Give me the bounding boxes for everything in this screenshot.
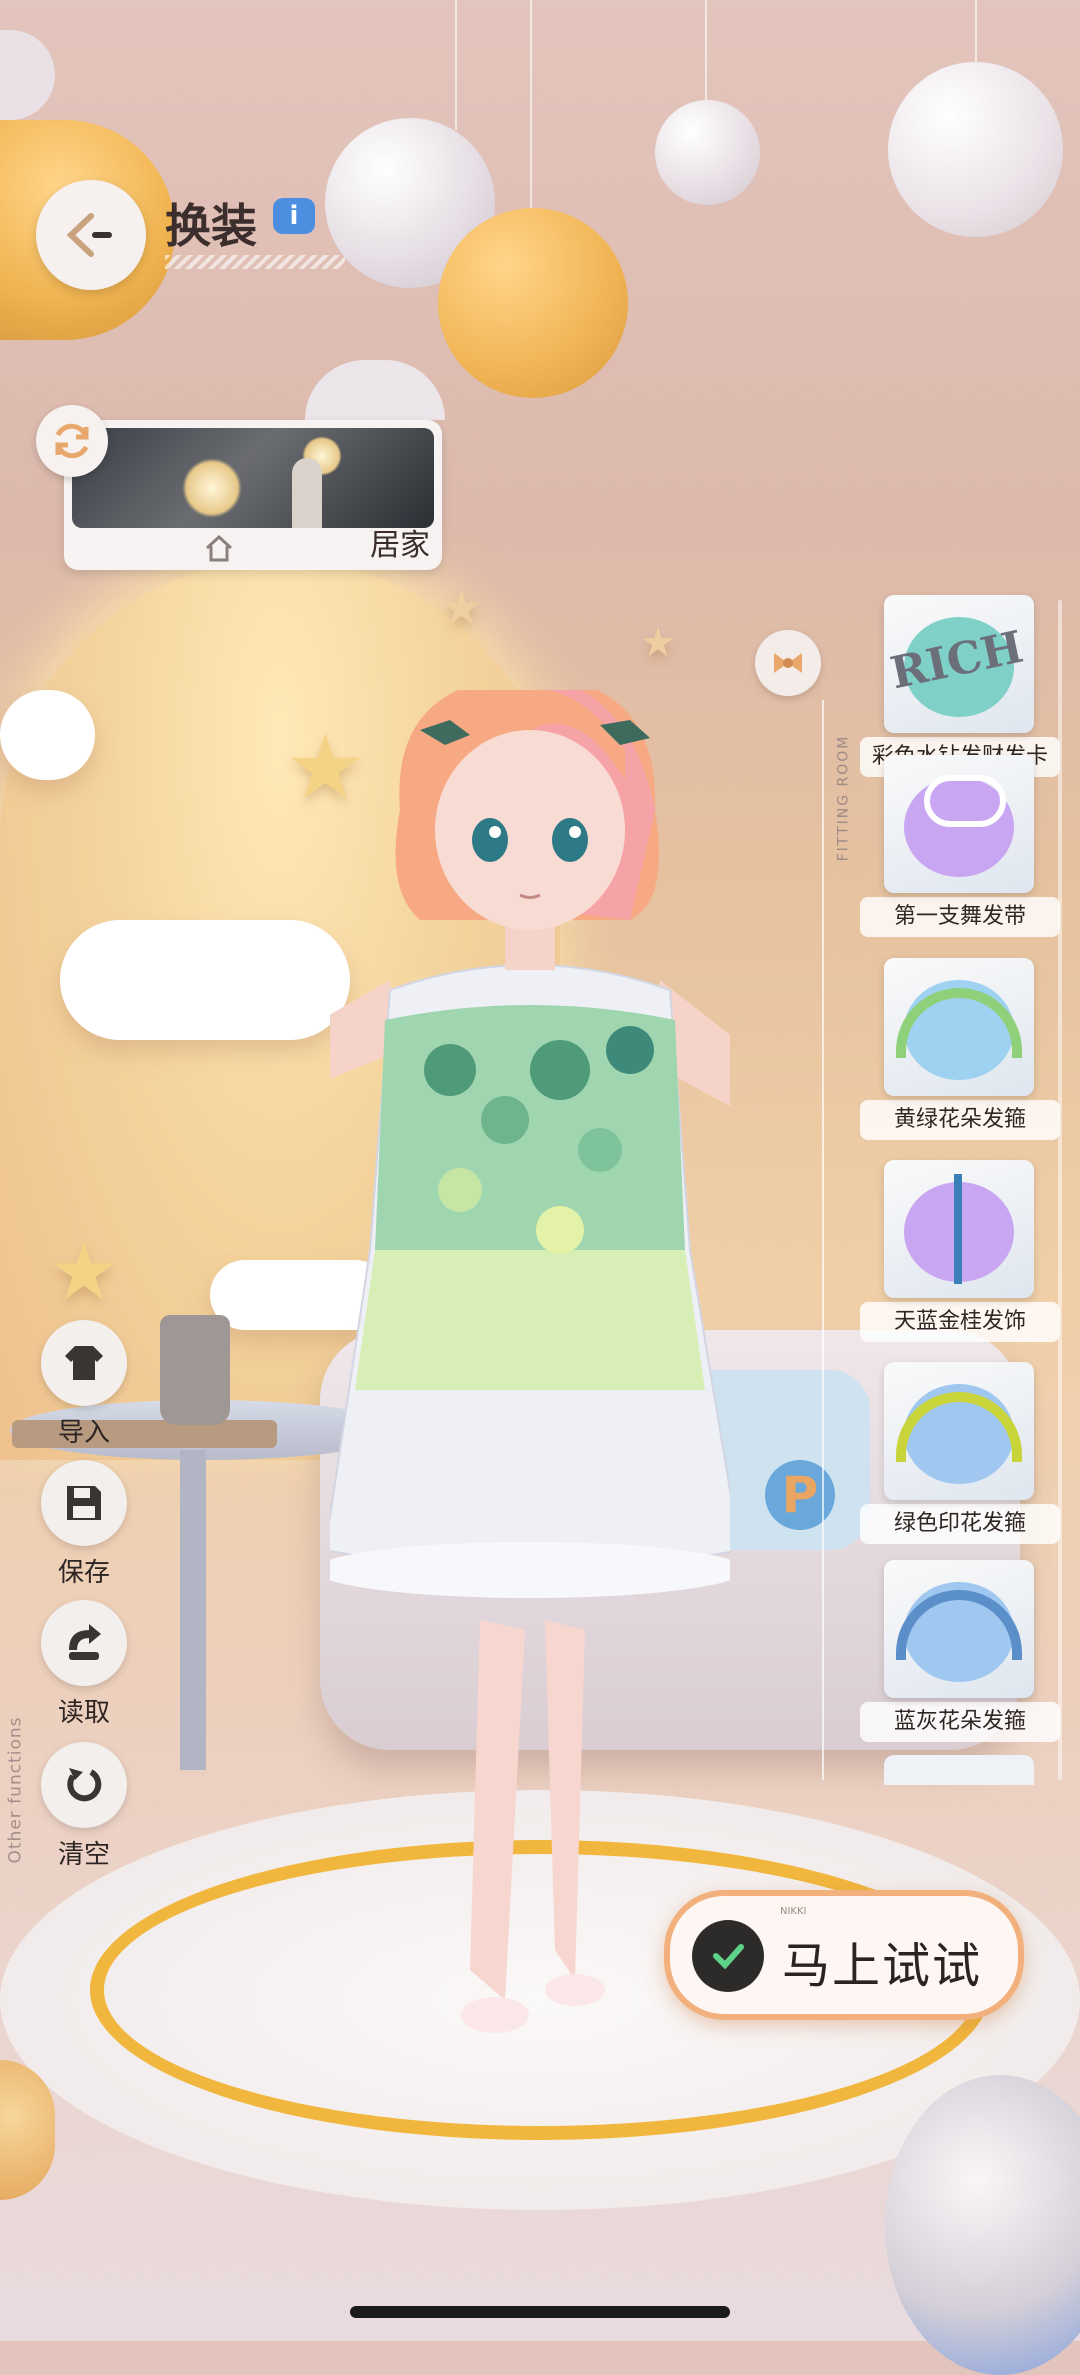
save-button[interactable]: 保存: [38, 1460, 130, 1589]
title-decoration: [165, 255, 345, 269]
back-arrow-icon: [66, 213, 112, 257]
hanging-orb: [888, 62, 1063, 237]
home-indicator[interactable]: [350, 2306, 730, 2318]
back-button[interactable]: [36, 180, 146, 290]
save-label: 保存: [57, 1558, 110, 1588]
item-thumbnail: RICH: [884, 595, 1034, 733]
star-decor: ★: [640, 620, 676, 666]
refresh-icon: [55, 423, 89, 459]
star-decor: ★: [440, 580, 484, 636]
table-leg: [180, 1450, 206, 1770]
item-label: 蓝灰花朵发箍: [860, 1702, 1060, 1742]
home-icon: [205, 534, 233, 562]
ribbon-icon: [954, 1174, 962, 1284]
fitting-room-button[interactable]: [755, 630, 821, 696]
import-button[interactable]: 导入: [38, 1320, 130, 1449]
item-slot[interactable]: RICH 彩色水钻发财发卡: [860, 595, 1060, 777]
info-icon[interactable]: i: [273, 198, 315, 234]
ribbon-icon: [924, 775, 1006, 827]
bow-icon: [774, 653, 802, 673]
try-now-label: 马上试试: [782, 1938, 983, 1994]
page-title: 换装: [165, 199, 257, 253]
scene-selector-card[interactable]: 居家: [64, 420, 442, 570]
load-button[interactable]: 读取: [38, 1600, 130, 1729]
import-outfit-icon: [65, 1346, 103, 1380]
hanging-orb: [438, 208, 628, 398]
teapot: [160, 1315, 230, 1425]
orb-string: [455, 0, 457, 130]
hanging-orb: [0, 30, 55, 120]
hanging-orb: [655, 100, 760, 205]
star-decor: ★: [48, 1225, 120, 1318]
clear-icon: [67, 1768, 102, 1802]
import-label: 导入: [57, 1418, 110, 1448]
load-icon: [69, 1624, 101, 1660]
save-icon: [67, 1486, 101, 1520]
try-button-brand: NIKKI: [780, 1906, 807, 1917]
item-label: 第一支舞发带: [860, 897, 1060, 937]
item-label: 天蓝金桂发饰: [860, 1302, 1060, 1342]
other-functions-label: Other functions: [5, 1716, 26, 1864]
load-label: 读取: [57, 1698, 110, 1728]
scene-label: 居家: [370, 528, 430, 563]
item-thumbnail: [884, 1160, 1034, 1298]
item-label: 黄绿花朵发箍: [860, 1100, 1060, 1140]
avatar-character: [330, 690, 730, 2033]
fitting-room-label: FITTING ROOM: [835, 734, 852, 862]
item-thumbnail: [884, 958, 1034, 1096]
item-thumbnail: [884, 755, 1034, 893]
cloud-decor: [0, 690, 95, 780]
item-thumbnail: [884, 1362, 1034, 1500]
cloud-decor: [60, 920, 350, 1040]
item-slot[interactable]: 天蓝金桂发饰: [860, 1160, 1060, 1342]
item-slot[interactable]: 绿色印花发箍: [860, 1362, 1060, 1544]
hanging-orb: [305, 360, 445, 420]
scene-thumbnail: [72, 428, 434, 528]
panel-divider: [822, 700, 824, 1780]
item-slot[interactable]: 蓝灰花朵发箍: [860, 1560, 1060, 1742]
clear-button[interactable]: 清空: [38, 1742, 130, 1871]
try-now-button[interactable]: NIKKI 马上试试: [664, 1890, 1024, 2020]
clear-label: 清空: [57, 1840, 110, 1870]
item-slot-partial[interactable]: [884, 1755, 1034, 1785]
item-slot[interactable]: 第一支舞发带: [860, 755, 1060, 937]
item-label: 绿色印花发箍: [860, 1504, 1060, 1544]
item-slot[interactable]: 黄绿花朵发箍: [860, 958, 1060, 1140]
check-icon: [692, 1920, 764, 1992]
pillow-letter: P: [765, 1460, 835, 1530]
item-thumbnail: [884, 1560, 1034, 1698]
change-scene-button[interactable]: [36, 405, 108, 477]
